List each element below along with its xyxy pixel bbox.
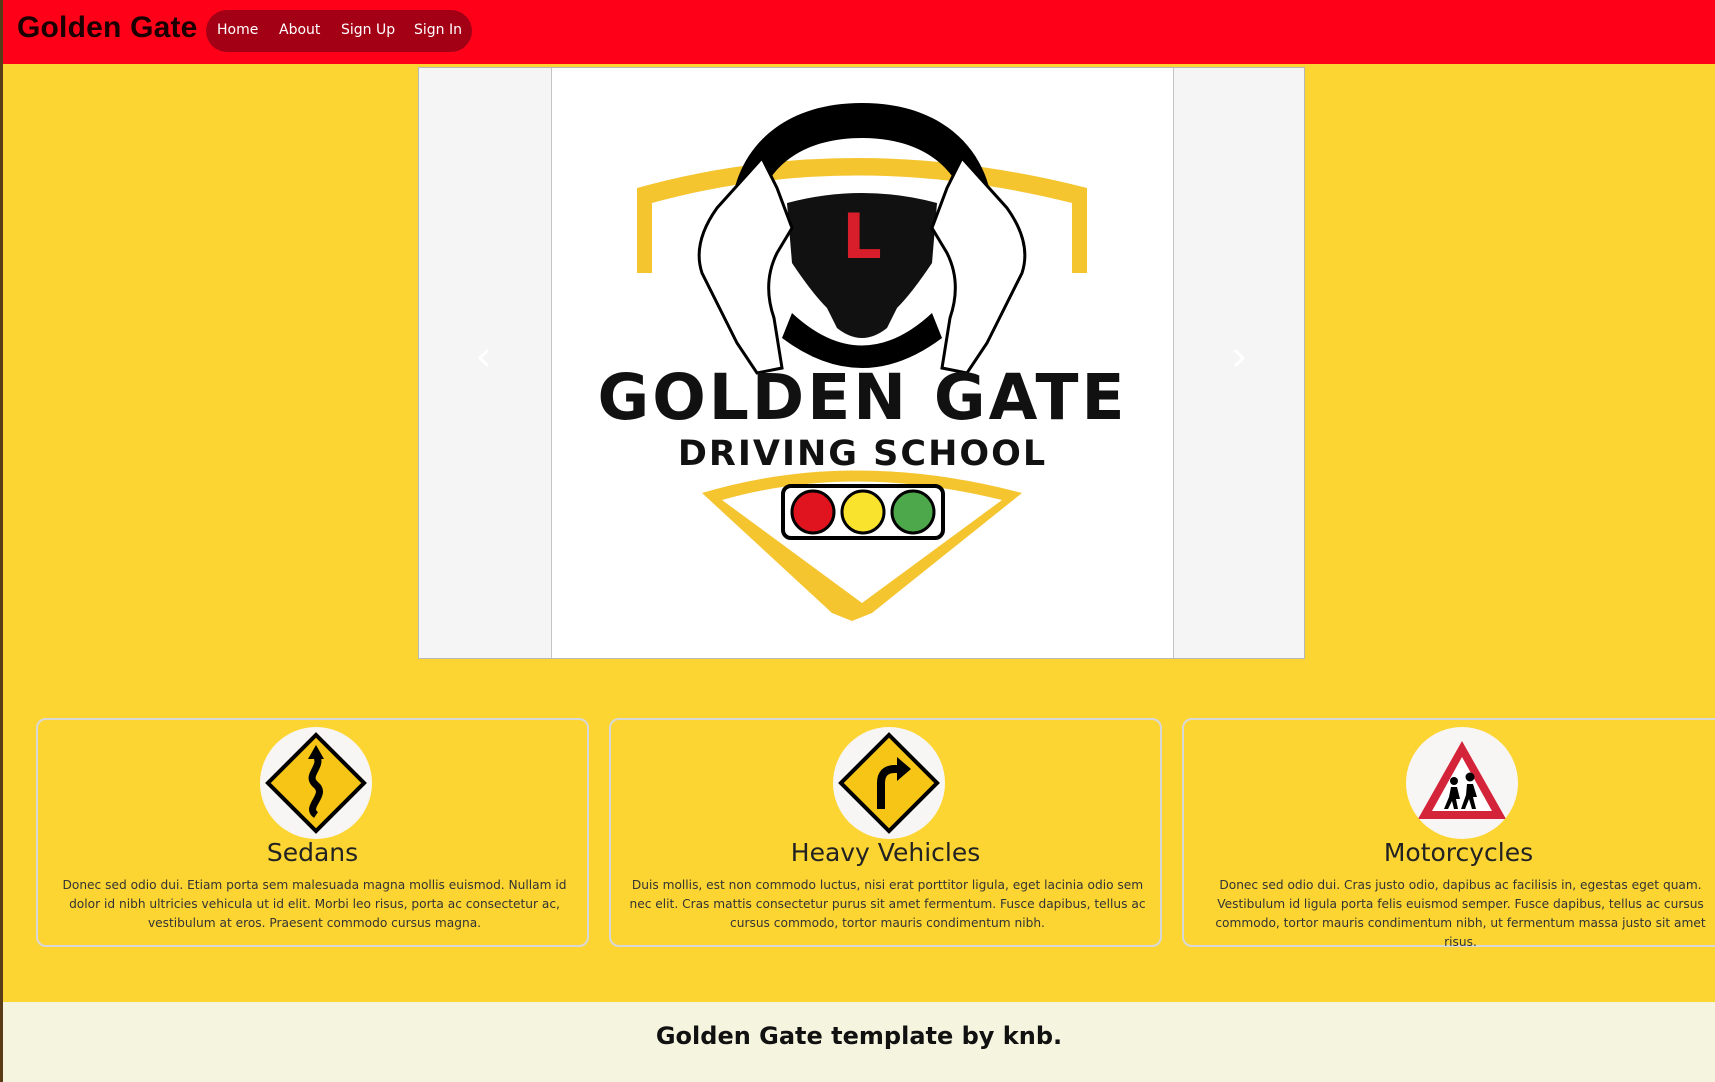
- card-text: Duis mollis, est non commodo luctus, nis…: [629, 878, 1146, 930]
- carousel-slide: L GOLDEN GATE DRIVING SCHOOL: [551, 68, 1174, 658]
- window-edge: [0, 0, 3, 1082]
- carousel-next-button[interactable]: [1219, 338, 1259, 378]
- chevron-right-icon: [1233, 348, 1246, 368]
- carousel-prev-button[interactable]: [464, 338, 504, 378]
- children-crossing-sign-icon: [1418, 741, 1506, 819]
- logo-title: GOLDEN GATE: [597, 361, 1128, 434]
- card-heavy-vehicles: Heavy Vehicles Duis mollis, est non comm…: [609, 718, 1162, 947]
- winding-road-sign-icon: [265, 732, 367, 834]
- right-turn-sign-icon: [838, 732, 940, 834]
- chevron-left-icon: [477, 348, 490, 368]
- card-motorcycles: Motorcycles Donec sed odio dui. Cras jus…: [1182, 718, 1715, 949]
- card-title: Sedans: [266, 838, 359, 867]
- brand-title[interactable]: Golden Gate: [17, 11, 198, 45]
- footer: Golden Gate template by knb.: [3, 1002, 1715, 1082]
- card-sedans: Sedans Donec sed odio dui. Etiam porta s…: [36, 718, 589, 947]
- navbar: Golden Gate Home About Sign Up Sign In: [3, 0, 1715, 64]
- logo-subtitle: DRIVING SCHOOL: [677, 434, 1048, 474]
- card-title: Heavy Vehicles: [790, 838, 981, 867]
- nav-home-link[interactable]: Home: [217, 22, 258, 38]
- card-text: Donec sed odio dui. Cras justo odio, dap…: [1215, 878, 1706, 949]
- card-title: Motorcycles: [1383, 838, 1534, 867]
- image-carousel: L GOLDEN GATE DRIVING SCHOOL: [418, 67, 1305, 659]
- nav-about-link[interactable]: About: [279, 22, 320, 38]
- nav-signin-link[interactable]: Sign In: [414, 22, 462, 38]
- learner-letter: L: [842, 200, 882, 273]
- footer-text: Golden Gate template by knb.: [655, 1022, 1063, 1050]
- nav-signup-link[interactable]: Sign Up: [341, 22, 395, 38]
- card-icon-circle: [260, 727, 372, 839]
- card-icon-circle: [1406, 727, 1518, 839]
- card-text: Donec sed odio dui. Etiam porta sem male…: [62, 878, 567, 930]
- card-icon-circle: [833, 727, 945, 839]
